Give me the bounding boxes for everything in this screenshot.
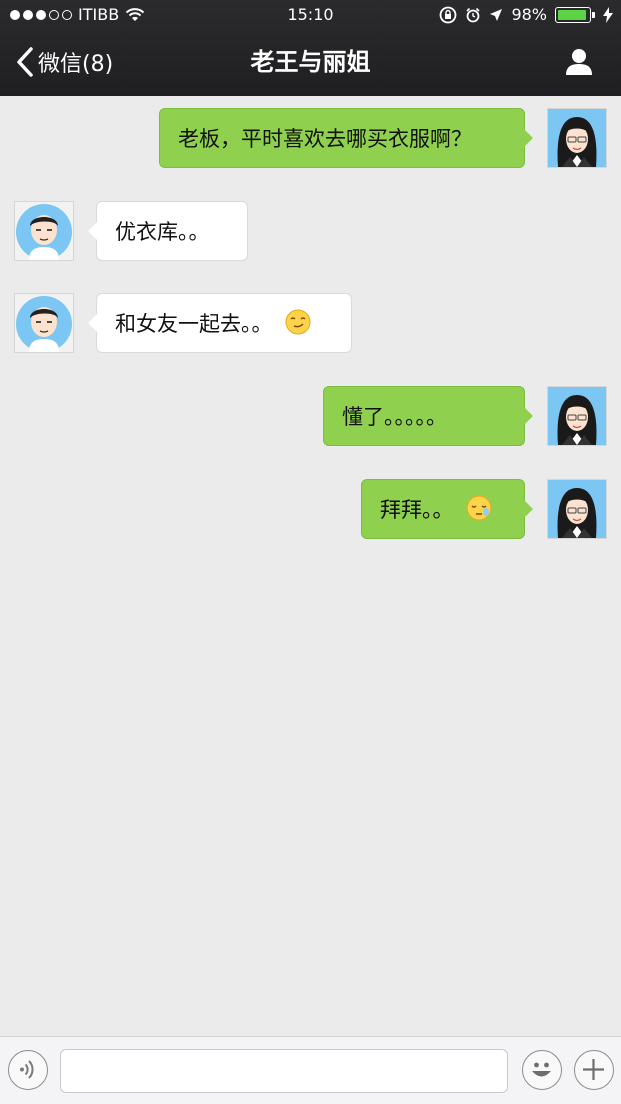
chat-history[interactable]: 老板，平时喜欢去哪买衣服啊？ 优衣库。。 和女友一起去。。 懂了。。。。。 拜拜… bbox=[0, 96, 621, 1036]
message-text: 老板，平时喜欢去哪买衣服啊？ bbox=[178, 127, 472, 151]
my-avatar[interactable] bbox=[547, 479, 607, 539]
contact-avatar[interactable] bbox=[14, 293, 74, 353]
message-bubble[interactable]: 优衣库。。 bbox=[88, 201, 248, 261]
woman-avatar-icon bbox=[548, 387, 606, 445]
more-button[interactable] bbox=[574, 1050, 614, 1090]
message-row: 优衣库。。 bbox=[0, 201, 621, 261]
message-bubble[interactable]: 和女友一起去。。 bbox=[88, 293, 352, 353]
man-avatar-icon bbox=[15, 202, 73, 260]
message-bubble[interactable]: 懂了。。。。。 bbox=[323, 386, 533, 446]
battery-fill bbox=[558, 10, 586, 20]
message-row: 老板，平时喜欢去哪买衣服啊？ bbox=[0, 108, 621, 168]
rotation-lock-icon bbox=[440, 6, 457, 24]
status-right: 98% bbox=[439, 0, 613, 30]
emoji-button[interactable] bbox=[522, 1050, 562, 1090]
smirk-emoji-icon bbox=[285, 309, 311, 335]
message-text: 懂了。。。。。 bbox=[342, 405, 447, 429]
status-bar: ITIBB 15:10 98% bbox=[0, 0, 621, 30]
battery-icon bbox=[555, 7, 595, 23]
voice-button[interactable] bbox=[8, 1050, 48, 1090]
message-row: 拜拜。。 bbox=[0, 479, 621, 539]
chat-title: 老王与丽姐 bbox=[250, 48, 371, 76]
my-avatar[interactable] bbox=[547, 386, 607, 446]
my-avatar[interactable] bbox=[547, 108, 607, 168]
nav-bar: 微信(8) 老王与丽姐 bbox=[0, 30, 621, 96]
message-input[interactable] bbox=[60, 1049, 508, 1093]
woman-avatar-icon bbox=[548, 109, 606, 167]
person-icon[interactable] bbox=[563, 46, 595, 78]
plus-icon bbox=[583, 1059, 604, 1080]
message-bubble[interactable]: 老板，平时喜欢去哪买衣服啊？ bbox=[159, 108, 533, 168]
message-row: 和女友一起去。。 bbox=[0, 293, 621, 353]
charging-icon bbox=[603, 7, 613, 23]
contact-avatar[interactable] bbox=[14, 201, 74, 261]
message-bubble[interactable]: 拜拜。。 bbox=[361, 479, 533, 539]
location-icon bbox=[490, 9, 503, 21]
woman-avatar-icon bbox=[548, 480, 606, 538]
message-text: 优衣库。。 bbox=[115, 220, 210, 244]
alarm-icon bbox=[466, 7, 481, 23]
input-bar bbox=[0, 1036, 621, 1104]
man-avatar-icon bbox=[15, 294, 73, 352]
sleepy-emoji-icon bbox=[466, 495, 492, 521]
message-text: 拜拜。。 bbox=[380, 498, 454, 522]
message-text: 和女友一起去。。 bbox=[115, 312, 273, 336]
battery-percent: 98% bbox=[511, 5, 547, 24]
message-row: 懂了。。。。。 bbox=[0, 386, 621, 446]
top-bar: ITIBB 15:10 98% 微信(8) 老王与丽姐 bbox=[0, 0, 621, 96]
voice-icon bbox=[20, 1060, 34, 1079]
smiley-icon bbox=[532, 1062, 551, 1077]
